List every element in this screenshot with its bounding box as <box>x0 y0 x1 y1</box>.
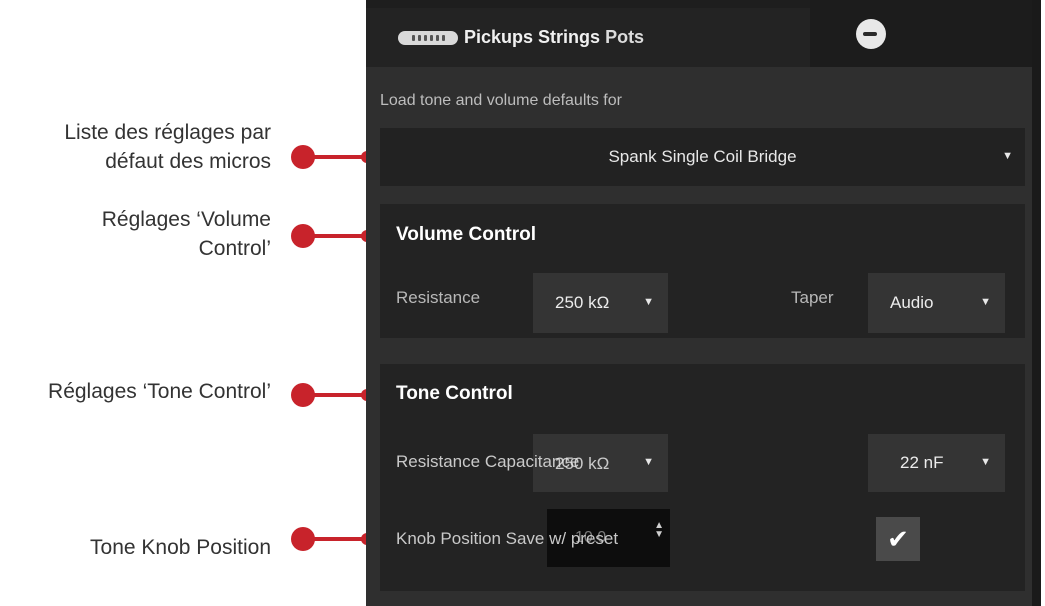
annotation-volume-control: Réglages ‘Volume Control’ <box>101 208 271 260</box>
pointer-line <box>310 155 368 159</box>
tone-control-section: Tone Control ▼ Resistance Capacitance 25… <box>380 364 1025 591</box>
triangle-down-icon: ▼ <box>980 296 991 308</box>
pointer-line <box>310 234 368 238</box>
tab-label-part: Pickups Strings <box>464 27 601 47</box>
spinner-arrows-icon[interactable]: ▲ ▼ <box>654 521 664 540</box>
tab-pickups-strings-pots[interactable]: Pickups Strings Pots <box>366 8 810 67</box>
pickup-defaults-select[interactable]: Spank Single Coil Bridge ▼ <box>380 128 1025 186</box>
tone-resistance-value: 250 kΩ <box>555 454 610 473</box>
tab-bar: Pickups Strings Pots <box>366 0 1041 67</box>
volume-control-section: Volume Control Resistance 250 kΩ ▼ Taper… <box>380 204 1025 338</box>
save-with-preset-checkbox[interactable]: ✔ <box>876 517 920 561</box>
capacitance-dropdown[interactable]: 22 nF ▼ <box>868 434 1005 492</box>
section-title: Tone Control <box>396 383 513 404</box>
triangle-down-icon: ▼ <box>1002 150 1013 162</box>
tab-label: Pickups Strings Pots <box>464 27 644 48</box>
annotation-tone-knob: Tone Knob Position <box>90 536 271 559</box>
annotation-tone-control: Réglages ‘Tone Control’ <box>48 380 271 403</box>
triangle-down-icon: ▼ <box>643 296 654 308</box>
dropdown-value: 250 kΩ <box>555 293 610 312</box>
tab-knob[interactable] <box>810 0 1032 67</box>
taper-label: Taper <box>791 288 834 307</box>
dropdown-value: Audio <box>890 293 934 312</box>
pointer-line <box>310 393 368 397</box>
taper-dropdown[interactable]: Audio ▼ <box>868 273 1005 333</box>
pointer-line <box>310 537 368 541</box>
pots-panel: Pickups Strings Pots Load tone and volum… <box>366 0 1041 606</box>
tone-resistance-capacitance-label: Resistance Capacitance <box>396 452 580 471</box>
knob-position-save-label: Knob Position Save w/ preset <box>396 529 619 548</box>
pickup-strip-icon <box>398 30 458 45</box>
scrollbar[interactable] <box>1032 0 1041 606</box>
resistance-label: Resistance <box>396 288 481 307</box>
checkmark-icon: ✔ <box>887 523 909 554</box>
volume-resistance-dropdown[interactable]: 250 kΩ ▼ <box>533 273 668 333</box>
defaults-label: Load tone and volume defaults for <box>380 92 622 109</box>
section-title: Volume Control <box>396 224 537 245</box>
pickup-defaults-value: Spank Single Coil Bridge <box>608 147 797 166</box>
annotation-pickup-defaults: Liste des réglages par défaut des micros <box>64 121 271 173</box>
triangle-down-icon: ▼ <box>643 456 654 468</box>
dropdown-value: 22 nF <box>900 453 944 472</box>
tab-label-part: Pots <box>605 27 645 47</box>
knob-icon <box>856 18 886 49</box>
triangle-down-icon: ▼ <box>980 456 991 468</box>
